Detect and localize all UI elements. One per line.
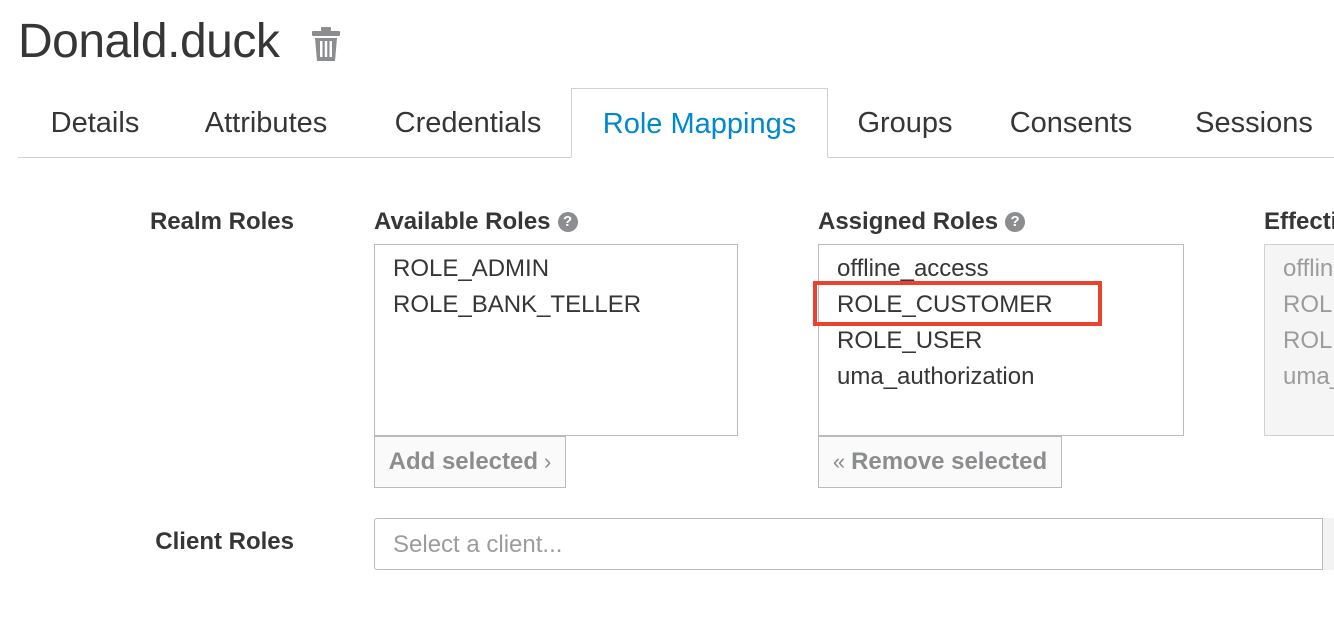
tab-attributes[interactable]: Attributes xyxy=(188,88,344,156)
help-icon[interactable]: ? xyxy=(1005,212,1026,232)
tab-credentials[interactable]: Credentials xyxy=(378,88,558,156)
assigned-roles-list[interactable]: offline_access ROLE_CUSTOMER ROLE_USER u… xyxy=(818,244,1184,436)
list-item-highlighted[interactable]: ROLE_CUSTOMER xyxy=(819,287,1183,323)
client-select[interactable]: Select a client... xyxy=(374,518,1334,570)
available-roles-heading: Available Roles ? xyxy=(374,208,578,236)
chevron-left-icon: « xyxy=(832,449,846,474)
list-item[interactable]: offline_access xyxy=(819,251,1183,287)
client-roles-label: Client Roles xyxy=(155,528,294,555)
list-item: ROLE xyxy=(1283,291,1334,318)
realm-roles-label: Realm Roles xyxy=(149,208,294,235)
list-item[interactable]: uma_authorization xyxy=(819,359,1183,395)
add-selected-button[interactable]: Add selected › xyxy=(374,436,566,488)
page-header: Donald.duck xyxy=(18,14,343,70)
effective-roles-list: offlin ROLE ROLE uma_ xyxy=(1264,244,1334,436)
tab-bar: Details Attributes Credentials Role Mapp… xyxy=(18,88,1334,158)
chevron-right-icon: › xyxy=(544,449,552,474)
assigned-roles-label: Assigned Roles xyxy=(818,208,999,235)
client-select-placeholder: Select a client... xyxy=(393,531,563,558)
help-icon[interactable]: ? xyxy=(557,212,578,232)
tab-role-mappings[interactable]: Role Mappings xyxy=(571,88,828,158)
tab-groups[interactable]: Groups xyxy=(844,88,966,156)
add-selected-label: Add selected xyxy=(388,448,539,475)
user-role-mappings-page: Donald.duck Details Attributes Credentia… xyxy=(0,0,1334,640)
tab-sessions[interactable]: Sessions xyxy=(1184,88,1324,156)
dropdown-toggle[interactable] xyxy=(1322,518,1334,570)
tab-consents[interactable]: Consents xyxy=(1002,88,1140,156)
list-item[interactable]: ROLE_BANK_TELLER xyxy=(375,287,737,323)
trash-icon[interactable] xyxy=(309,24,343,64)
available-roles-list[interactable]: ROLE_ADMIN ROLE_BANK_TELLER xyxy=(374,244,738,436)
effective-roles-label: Effecti xyxy=(1264,208,1334,235)
list-item[interactable]: ROLE_USER xyxy=(819,323,1183,359)
list-item[interactable]: ROLE_ADMIN xyxy=(375,251,737,287)
list-item: uma_ xyxy=(1283,363,1334,390)
remove-selected-button[interactable]: « Remove selected xyxy=(818,436,1062,488)
tab-details[interactable]: Details xyxy=(18,88,172,156)
assigned-roles-heading: Assigned Roles ? xyxy=(818,208,1026,236)
list-item: ROLE xyxy=(1283,327,1334,354)
list-item: offlin xyxy=(1283,255,1334,282)
available-roles-label: Available Roles xyxy=(374,208,551,235)
remove-selected-label: Remove selected xyxy=(851,448,1048,475)
page-title: Donald.duck xyxy=(18,15,280,68)
